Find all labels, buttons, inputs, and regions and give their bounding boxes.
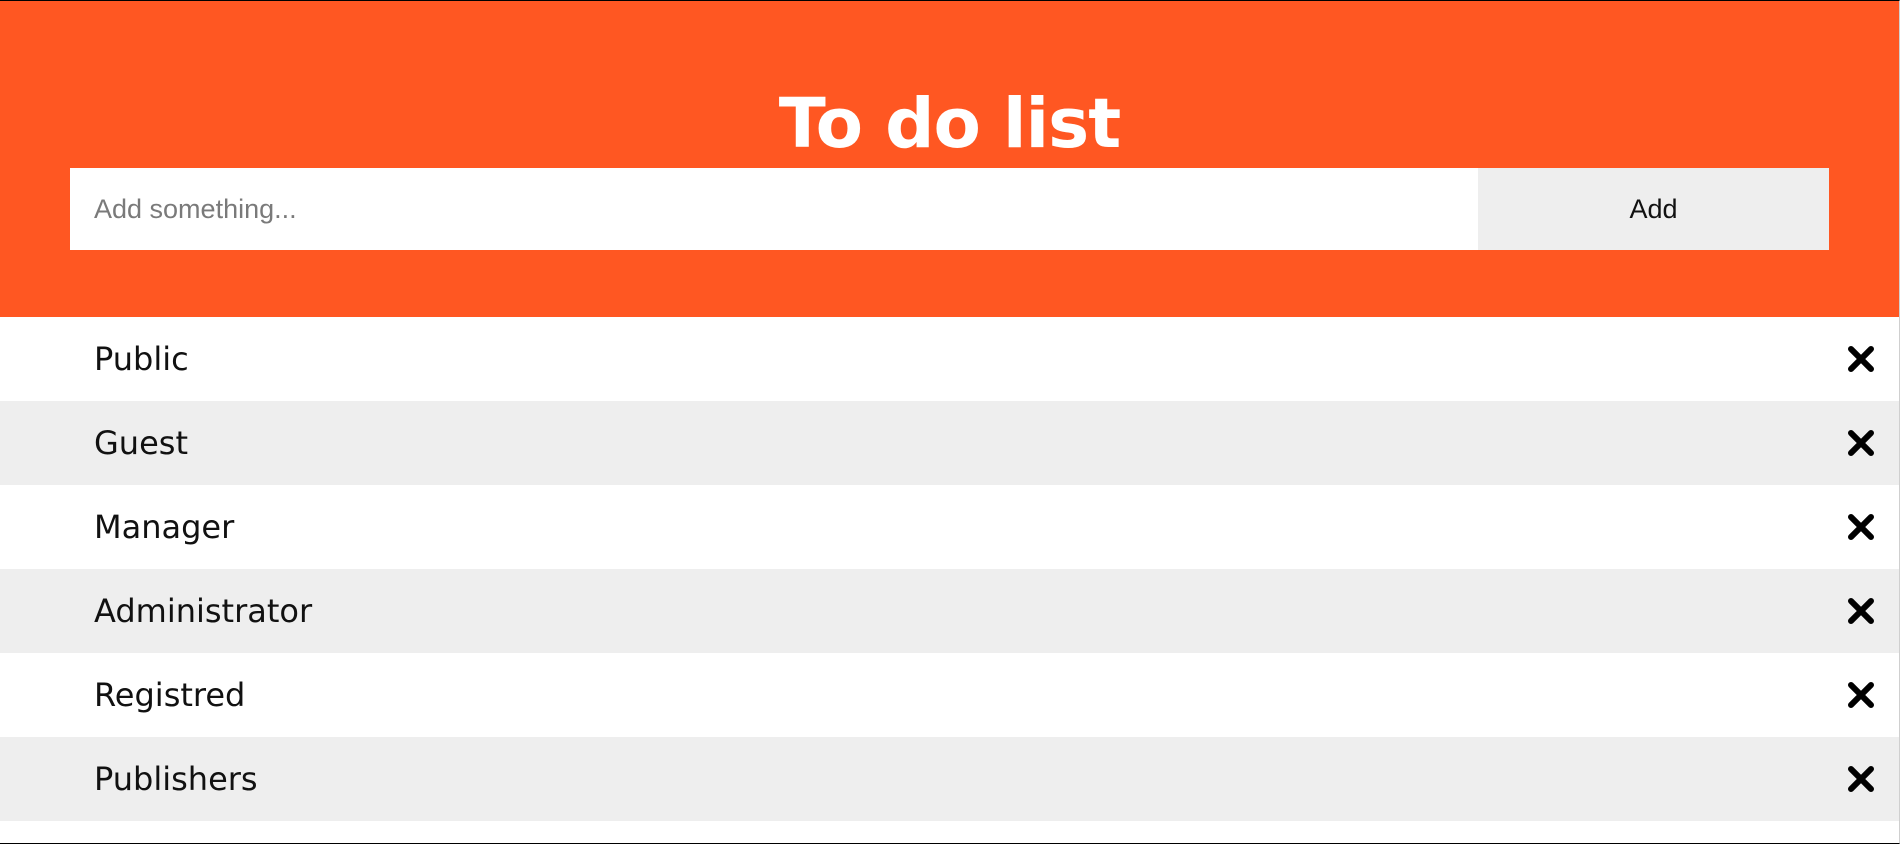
list-item[interactable]: Administrator (0, 569, 1899, 653)
close-icon[interactable] (1847, 513, 1875, 541)
list-item-label: Public (94, 340, 189, 378)
close-icon[interactable] (1847, 681, 1875, 709)
list-item[interactable]: Public (0, 317, 1899, 401)
list-item[interactable]: Manager (0, 485, 1899, 569)
task-input[interactable] (70, 168, 1478, 250)
list-item-label: Registred (94, 676, 246, 714)
header: To do list Add (0, 1, 1899, 317)
add-button[interactable]: Add (1478, 168, 1829, 250)
close-icon[interactable] (1847, 345, 1875, 373)
list-item-label: Guest (94, 424, 188, 462)
list-item[interactable]: Publishers (0, 737, 1899, 821)
add-task-form: Add (70, 168, 1829, 250)
list-item-label: Administrator (94, 592, 313, 630)
todo-list: Public Guest Manager Administrator Regis… (0, 317, 1899, 821)
close-icon[interactable] (1847, 429, 1875, 457)
page-title: To do list (778, 84, 1122, 164)
list-item-label: Manager (94, 508, 235, 546)
list-item[interactable]: Guest (0, 401, 1899, 485)
list-item[interactable]: Registred (0, 653, 1899, 737)
list-item-label: Publishers (94, 760, 258, 798)
close-icon[interactable] (1847, 597, 1875, 625)
close-icon[interactable] (1847, 765, 1875, 793)
